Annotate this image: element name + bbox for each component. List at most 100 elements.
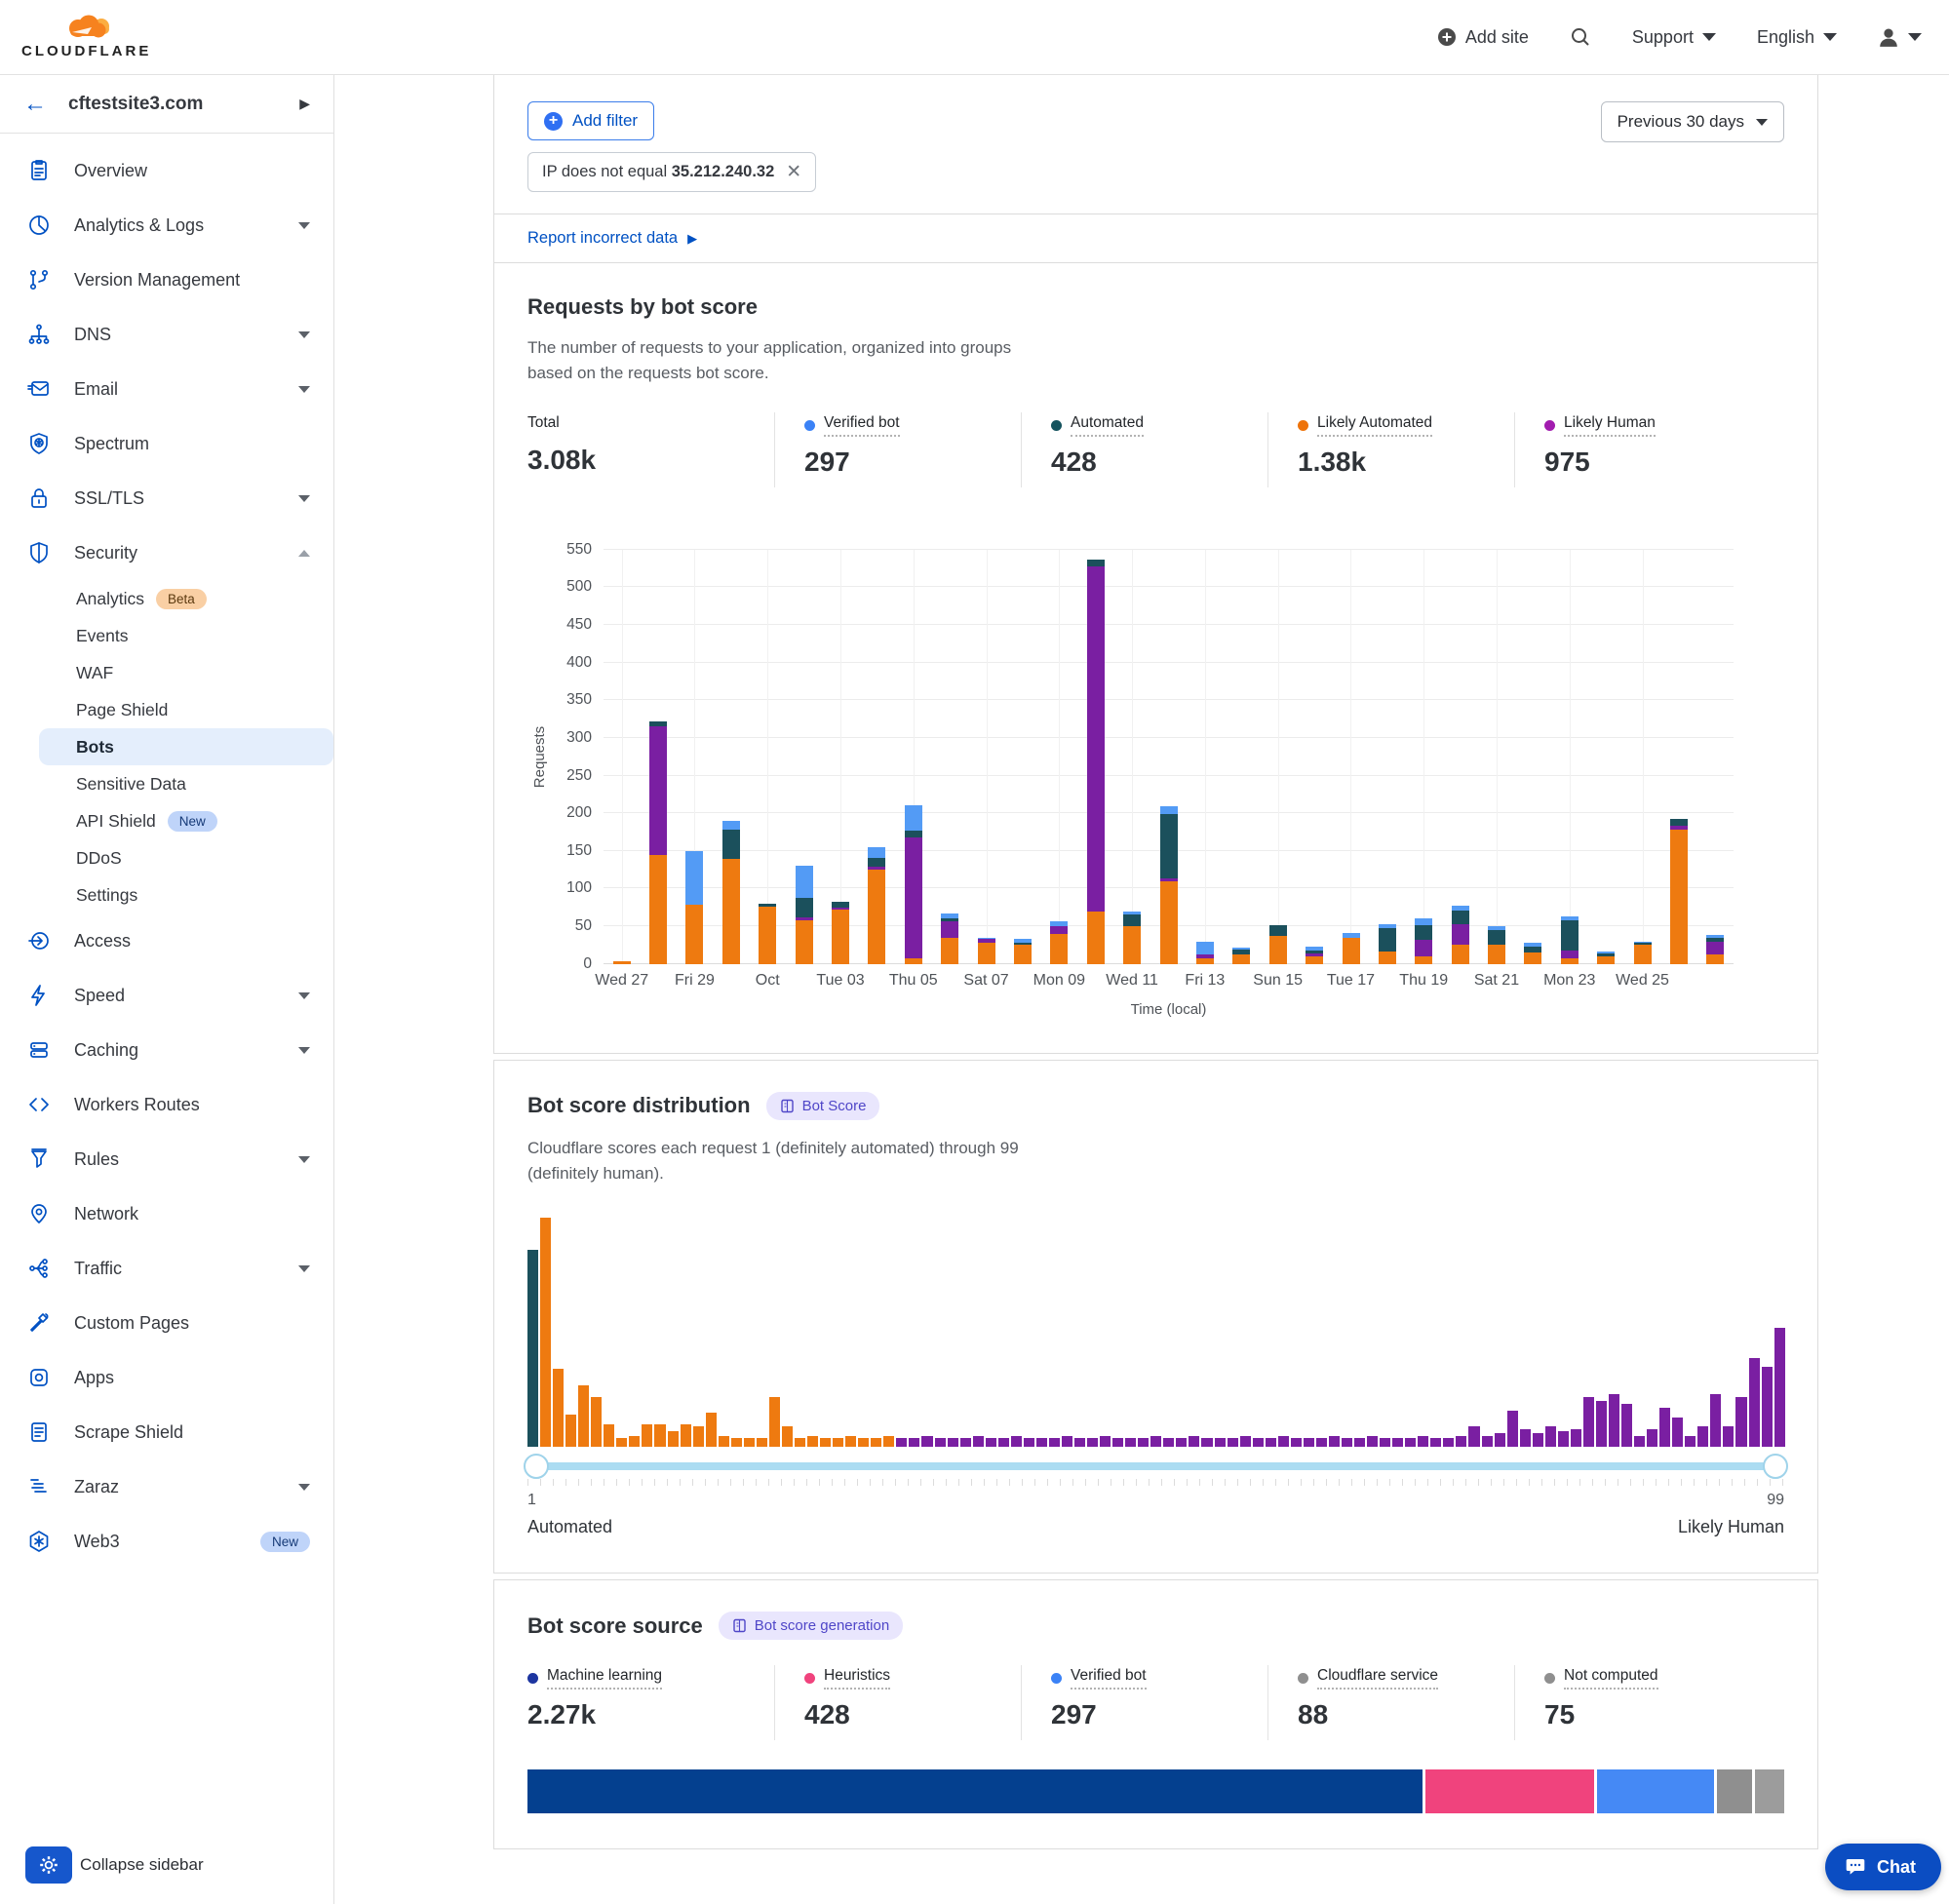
histogram-bar-score-31[interactable] [909, 1438, 919, 1447]
histogram-bar-score-8[interactable] [616, 1438, 627, 1447]
source-segment-verified-bot[interactable] [1597, 1769, 1714, 1813]
stat-label[interactable]: Not computed [1544, 1667, 1658, 1690]
stacked-bar[interactable] [759, 904, 776, 964]
sidebar-item-spectrum[interactable]: Spectrum [0, 416, 333, 471]
histogram-bar-score-92[interactable] [1685, 1436, 1696, 1448]
histogram-bar-score-26[interactable] [845, 1436, 856, 1448]
histogram-bar-score-39[interactable] [1011, 1436, 1022, 1448]
histogram-bar-score-13[interactable] [681, 1424, 691, 1448]
histogram-bar-score-54[interactable] [1201, 1438, 1212, 1447]
histogram-bar-score-40[interactable] [1024, 1438, 1034, 1447]
sidebar-subitem-analytics[interactable]: AnalyticsBeta [0, 580, 333, 617]
histogram-bar-score-82[interactable] [1558, 1431, 1569, 1447]
sidebar-item-rules[interactable]: Rules [0, 1132, 333, 1186]
histogram-bar-score-58[interactable] [1253, 1438, 1264, 1447]
histogram-bar-score-34[interactable] [948, 1438, 958, 1447]
collapse-sidebar[interactable]: Collapse sidebar [0, 1836, 333, 1904]
sidebar-subitem-page-shield[interactable]: Page Shield [0, 691, 333, 728]
add-site-button[interactable]: Add site [1437, 27, 1529, 48]
stacked-bar[interactable] [613, 961, 631, 964]
stat-label[interactable]: Cloudflare service [1298, 1667, 1438, 1690]
histogram-bar-score-94[interactable] [1710, 1394, 1721, 1447]
source-segment-machine-learning[interactable] [527, 1769, 1423, 1813]
histogram-bar-score-10[interactable] [642, 1424, 652, 1448]
sidebar-item-security[interactable]: Security [0, 525, 333, 580]
histogram-bar-score-28[interactable] [871, 1438, 881, 1447]
histogram-bar-score-32[interactable] [921, 1436, 932, 1448]
histogram-bar-score-15[interactable] [706, 1413, 717, 1447]
histogram-bar-score-52[interactable] [1176, 1438, 1187, 1447]
sidebar-item-custom-pages[interactable]: Custom Pages [0, 1296, 333, 1350]
back-arrow-icon[interactable]: ← [23, 93, 47, 116]
histogram-bar-score-33[interactable] [935, 1438, 946, 1447]
histogram-bar-score-37[interactable] [986, 1438, 996, 1447]
histogram-bar-score-35[interactable] [960, 1438, 971, 1447]
histogram-bar-score-45[interactable] [1087, 1438, 1098, 1447]
stacked-bar[interactable] [1050, 921, 1068, 963]
filter-chip[interactable]: IP does not equal 35.212.240.32 ✕ [527, 152, 816, 192]
stacked-bar[interactable] [1706, 935, 1724, 963]
sidebar-item-web3[interactable]: Web3New [0, 1514, 333, 1569]
histogram-bar-score-63[interactable] [1316, 1438, 1327, 1447]
sidebar-item-overview[interactable]: Overview [0, 143, 333, 198]
histogram-bar-score-89[interactable] [1647, 1429, 1657, 1448]
histogram-bar-score-93[interactable] [1697, 1426, 1708, 1447]
support-menu[interactable]: Support [1632, 27, 1716, 48]
histogram-bar-score-4[interactable] [565, 1415, 576, 1447]
stacked-bar[interactable] [1452, 906, 1469, 963]
sidebar-item-email[interactable]: Email [0, 362, 333, 416]
sidebar-item-dns[interactable]: DNS [0, 307, 333, 362]
account-menu[interactable] [1878, 26, 1922, 48]
histogram-bar-score-48[interactable] [1125, 1438, 1136, 1447]
histogram-bar-score-2[interactable] [540, 1218, 551, 1447]
stacked-bar[interactable] [722, 821, 740, 964]
stacked-bar[interactable] [1415, 918, 1432, 963]
histogram-bar-score-30[interactable] [896, 1438, 907, 1447]
bot-score-badge[interactable]: Bot Score [766, 1092, 880, 1120]
slider-handle-max[interactable] [1763, 1454, 1788, 1479]
histogram-bar-score-18[interactable] [744, 1438, 755, 1447]
stat-label[interactable]: Heuristics [804, 1667, 890, 1690]
score-range-slider[interactable] [527, 1462, 1784, 1470]
stat-label[interactable]: Likely Human [1544, 414, 1656, 437]
histogram-bar-score-98[interactable] [1762, 1367, 1773, 1447]
histogram-bar-score-46[interactable] [1100, 1436, 1111, 1448]
histogram-bar-score-75[interactable] [1468, 1426, 1479, 1447]
stacked-bar[interactable] [905, 805, 922, 963]
stacked-bar[interactable] [1561, 916, 1579, 964]
histogram-bar-score-3[interactable] [553, 1369, 564, 1447]
close-icon[interactable]: ✕ [786, 161, 801, 183]
stacked-bar[interactable] [868, 847, 885, 964]
histogram-bar-score-14[interactable] [693, 1426, 704, 1447]
histogram-bar-score-76[interactable] [1482, 1436, 1493, 1448]
histogram-bar-score-38[interactable] [998, 1438, 1009, 1447]
stacked-bar[interactable] [1014, 939, 1032, 963]
histogram-bar-score-7[interactable] [604, 1424, 614, 1448]
sidebar-subitem-bots[interactable]: Bots [39, 728, 333, 765]
sidebar-item-access[interactable]: Access [0, 913, 333, 968]
histogram-bar-score-67[interactable] [1367, 1436, 1378, 1448]
histogram-bar-score-61[interactable] [1291, 1438, 1302, 1447]
histogram-bar-score-17[interactable] [731, 1438, 742, 1447]
histogram-bar-score-71[interactable] [1418, 1436, 1428, 1448]
histogram-bar-score-6[interactable] [591, 1397, 602, 1448]
histogram-bar-score-27[interactable] [858, 1438, 869, 1447]
stacked-bar[interactable] [1488, 926, 1505, 964]
stacked-bar[interactable] [796, 866, 813, 963]
sidebar-subitem-api-shield[interactable]: API ShieldNew [0, 802, 333, 839]
histogram-bar-score-69[interactable] [1392, 1438, 1403, 1447]
sidebar-item-traffic[interactable]: Traffic [0, 1241, 333, 1296]
stacked-bar[interactable] [1634, 942, 1652, 964]
histogram-bar-score-73[interactable] [1443, 1438, 1454, 1447]
sidebar-item-scrape-shield[interactable]: Scrape Shield [0, 1405, 333, 1459]
stacked-bar[interactable] [1123, 912, 1141, 964]
histogram-bar-score-80[interactable] [1533, 1433, 1543, 1447]
histogram-bar-score-16[interactable] [719, 1436, 729, 1448]
sidebar-item-network[interactable]: Network [0, 1186, 333, 1241]
histogram-bar-score-44[interactable] [1074, 1438, 1085, 1447]
histogram-bar-score-25[interactable] [833, 1438, 843, 1447]
histogram-bar-score-20[interactable] [769, 1397, 780, 1448]
sidebar-item-caching[interactable]: Caching [0, 1023, 333, 1077]
cloudflare-logo[interactable]: CLOUDFLARE [21, 15, 151, 59]
stacked-bar[interactable] [832, 902, 849, 963]
